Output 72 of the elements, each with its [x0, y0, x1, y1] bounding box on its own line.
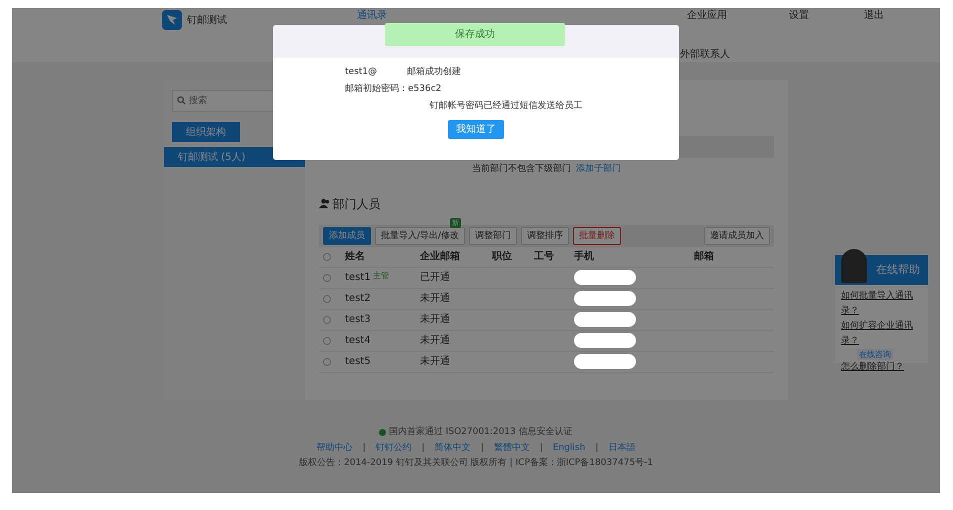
nav-link[interactable]: 企业应用 — [687, 10, 727, 22]
member-name: test3 — [345, 313, 371, 327]
toolbar-button[interactable]: 添加成员 — [323, 226, 371, 244]
search-icon — [177, 96, 186, 105]
toolbar-button[interactable]: 调整部门 — [469, 226, 518, 244]
invite-button[interactable]: 邀请成员加入 — [704, 226, 770, 244]
role-tag: 主管 — [373, 270, 390, 285]
row-checkbox[interactable] — [323, 316, 331, 324]
row-checkbox[interactable] — [323, 274, 331, 282]
account-status: 邮箱成功创建 — [407, 66, 462, 79]
link-separator: | — [480, 442, 484, 454]
footer-link[interactable]: 帮助中心 — [316, 442, 353, 455]
footer-link[interactable]: English — [552, 442, 586, 455]
member-name: test4 — [345, 334, 371, 348]
link-separator: | — [540, 442, 543, 454]
mail-status: 已开通 — [420, 270, 451, 285]
footer-link[interactable]: 钉钉公约 — [376, 442, 412, 455]
help-link[interactable]: 如何扩容企业通讯录？ — [835, 319, 928, 349]
column-header: 手机 — [574, 250, 595, 264]
notice-text: 当前部门不包含下级部门 — [472, 163, 571, 176]
member-name: test1 — [345, 271, 371, 285]
mail-status: 未开通 — [420, 312, 451, 327]
copyright-text: 版权公告：2014-2019 钉钉及其关联公司 版权所有 | ICP备案：浙ICP备18037475号-1 — [298, 457, 654, 470]
footer-link[interactable]: 简体中文 — [434, 442, 471, 455]
mail-status: 未开通 — [420, 292, 451, 306]
footer-link[interactable]: 繁體中文 — [494, 442, 530, 455]
status-dot-icon — [379, 429, 386, 436]
select-all-checkbox[interactable] — [323, 252, 331, 260]
help-link[interactable]: 怎么删除部门？ — [835, 360, 928, 375]
row-checkbox[interactable] — [323, 294, 331, 302]
column-header: 职位 — [492, 250, 513, 264]
confirm-button[interactable]: 我知道了 — [448, 120, 504, 139]
footer-link[interactable]: 日本語 — [608, 442, 636, 455]
link-separator: | — [595, 442, 598, 454]
column-header: 邮箱 — [694, 250, 715, 264]
row-checkbox[interactable] — [323, 336, 331, 344]
column-header: 企业邮箱 — [420, 250, 461, 264]
add-subdepartment-link[interactable]: 添加子部门 — [576, 163, 621, 176]
consult-button[interactable]: 在线咨询 — [857, 349, 893, 360]
column-header: 姓名 — [345, 250, 366, 264]
nav-link[interactable]: 设置 — [789, 10, 809, 22]
notice-text: 钉邮帐号密码已经通过短信发送给员工 — [430, 100, 582, 113]
redaction-mark — [574, 312, 636, 327]
redaction-mark — [574, 270, 636, 285]
section-title: 部门人员 — [332, 196, 380, 212]
redaction-mark — [574, 333, 636, 348]
subnav-link[interactable]: 外部联系人 — [680, 46, 730, 62]
member-name: test2 — [345, 292, 371, 306]
people-icon — [319, 198, 330, 209]
success-toast: 保存成功 — [385, 23, 565, 46]
nav-link[interactable]: 退出 — [864, 10, 884, 22]
link-separator: | — [422, 442, 425, 454]
nav-link[interactable]: 通讯录 — [357, 10, 387, 22]
toolbar-button[interactable]: 批量导入/导出/修改 — [375, 226, 466, 244]
avatar-placeholder — [841, 249, 867, 283]
member-name: test5 — [345, 355, 371, 369]
sidebar-tab[interactable]: 组织架构 — [172, 122, 240, 142]
redaction-mark — [574, 291, 636, 306]
logo-text: 钉邮测试 — [187, 14, 227, 28]
account-text: test1@ — [345, 66, 378, 79]
password-text: 邮箱初始密码：e536c2 — [345, 82, 442, 96]
certification-text: 国内首家通过 ISO27001:2013 信息安全认证 — [388, 426, 573, 439]
link-separator: | — [362, 442, 366, 454]
toolbar-button[interactable]: 调整排序 — [521, 226, 570, 244]
mail-status: 未开通 — [420, 334, 451, 348]
toolbar-button[interactable]: 批量删除 — [573, 226, 622, 244]
mail-status: 未开通 — [420, 354, 451, 369]
redaction-mark — [574, 354, 636, 369]
row-checkbox[interactable] — [323, 358, 331, 366]
help-link[interactable]: 如何批量导入通讯录？ — [835, 289, 928, 319]
column-header: 工号 — [534, 250, 555, 264]
help-title: 在线帮助 — [876, 262, 920, 278]
